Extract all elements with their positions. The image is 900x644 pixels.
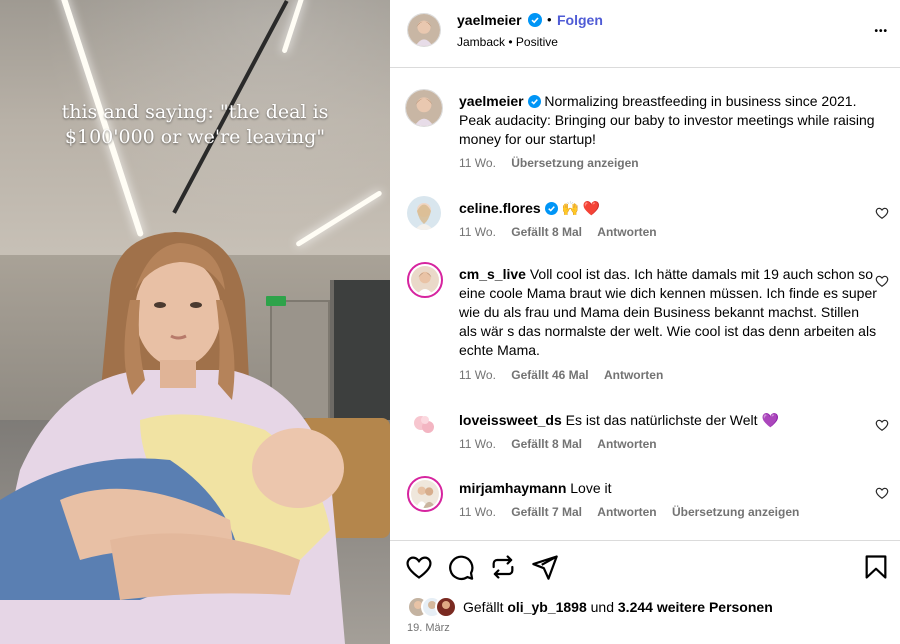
comment-meta: 11 Wo. Gefällt 8 Mal Antworten (459, 225, 669, 239)
comment-likes[interactable]: Gefällt 7 Mal (511, 505, 582, 519)
action-bar: Gefällt oli_yb_1898 und 3.244 weitere Pe… (390, 540, 900, 644)
follow-button[interactable]: Folgen (557, 12, 603, 28)
comment-username[interactable]: loveissweet_ds (459, 412, 562, 428)
heart-icon[interactable] (875, 418, 889, 432)
liked-by-text: Gefällt oli_yb_1898 und 3.244 weitere Pe… (463, 599, 773, 615)
avatar[interactable] (407, 476, 443, 512)
post-date[interactable]: 19. März (407, 622, 450, 634)
post-video[interactable]: this and saying: "the deal is $100'000 o… (0, 0, 390, 644)
verified-icon (527, 95, 541, 108)
header-dot: • (547, 12, 552, 27)
comment-text: mirjamhaymann Love it (459, 479, 879, 498)
comment-time[interactable]: 11 Wo. (459, 505, 496, 519)
comment-username[interactable]: cm_s_live (459, 266, 526, 282)
post-caption: yaelmeier Normalizing breastfeeding in b… (405, 89, 895, 179)
heart-icon[interactable] (875, 274, 889, 288)
comment-text: loveissweet_ds Es ist das natürlichste d… (459, 411, 879, 430)
avatar[interactable] (407, 13, 441, 47)
comment-icon[interactable] (447, 553, 475, 581)
caption-time[interactable]: 11 Wo. (459, 156, 496, 170)
comment-username[interactable]: mirjamhaymann (459, 480, 566, 496)
avatar[interactable] (407, 196, 441, 230)
video-overlay-text: this and saying: "the deal is $100'000 o… (61, 101, 329, 148)
comment-likes[interactable]: Gefällt 8 Mal (511, 225, 582, 239)
caption-meta: 11 Wo. Übersetzung anzeigen (459, 156, 651, 170)
avatar[interactable] (405, 89, 443, 127)
share-icon[interactable] (489, 553, 517, 581)
comment-meta: 11 Wo. Gefällt 46 Mal Antworten (459, 368, 675, 382)
video-person (0, 232, 345, 644)
comment-body: 🙌 ❤️ (561, 200, 601, 216)
send-icon[interactable] (531, 553, 559, 581)
comment-text: cm_s_live Voll cool ist das. Ich hätte d… (459, 265, 879, 360)
more-icon[interactable]: ••• (874, 26, 888, 37)
avatar (435, 596, 457, 618)
comment-item: cm_s_live Voll cool ist das. Ich hätte d… (405, 262, 895, 387)
comment-time[interactable]: 11 Wo. (459, 368, 496, 382)
likes-prefix: Gefällt (463, 599, 504, 615)
reply-button[interactable]: Antworten (597, 225, 656, 239)
comment-likes[interactable]: Gefällt 8 Mal (511, 437, 582, 451)
comment-body: Es ist das natürlichste der Welt 💜 (565, 412, 779, 428)
likes-count[interactable]: 3.244 weitere Personen (618, 599, 773, 615)
liked-by-avatars[interactable] (407, 596, 467, 618)
caption-username[interactable]: yaelmeier (459, 93, 524, 109)
comment-text: celine.flores 🙌 ❤️ (459, 199, 879, 218)
instagram-post-view: this and saying: "the deal is $100'000 o… (0, 0, 900, 644)
comment-item: mirjamhaymann Love it 11 Wo. Gefällt 7 M… (405, 476, 895, 526)
heart-icon[interactable] (875, 486, 889, 500)
translate-button[interactable]: Übersetzung anzeigen (672, 505, 799, 519)
avatar[interactable] (407, 262, 443, 298)
reply-button[interactable]: Antworten (604, 368, 663, 382)
likes-middle: und (590, 599, 614, 615)
comment-item: celine.flores 🙌 ❤️ 11 Wo. Gefällt 8 Mal … (405, 196, 895, 246)
caption-text: yaelmeier Normalizing breastfeeding in b… (459, 92, 879, 149)
heart-icon[interactable] (875, 206, 889, 220)
post-header: yaelmeier • Folgen Jamback • Positive ••… (390, 0, 900, 68)
header-username[interactable]: yaelmeier (457, 12, 522, 28)
liked-by-user[interactable]: oli_yb_1898 (507, 599, 586, 615)
comment-likes[interactable]: Gefällt 46 Mal (511, 368, 588, 382)
heart-icon[interactable] (405, 553, 433, 581)
comment-username[interactable]: celine.flores (459, 200, 541, 216)
reply-button[interactable]: Antworten (597, 437, 656, 451)
avatar[interactable] (407, 408, 441, 442)
verified-icon (544, 202, 558, 215)
comment-time[interactable]: 11 Wo. (459, 225, 496, 239)
translate-button[interactable]: Übersetzung anzeigen (511, 156, 638, 170)
reply-button[interactable]: Antworten (597, 505, 656, 519)
comment-time[interactable]: 11 Wo. (459, 437, 496, 451)
comment-meta: 11 Wo. Gefällt 8 Mal Antworten (459, 437, 669, 451)
post-sidebar: yaelmeier • Folgen Jamback • Positive ••… (390, 0, 900, 644)
audio-subtitle[interactable]: Jamback • Positive (457, 35, 558, 49)
comment-meta: 11 Wo. Gefällt 7 Mal Antworten Übersetzu… (459, 505, 811, 519)
bookmark-icon[interactable] (862, 553, 890, 581)
comment-item: loveissweet_ds Es ist das natürlichste d… (405, 408, 895, 458)
verified-icon (528, 13, 542, 32)
comment-body: Love it (570, 480, 612, 496)
